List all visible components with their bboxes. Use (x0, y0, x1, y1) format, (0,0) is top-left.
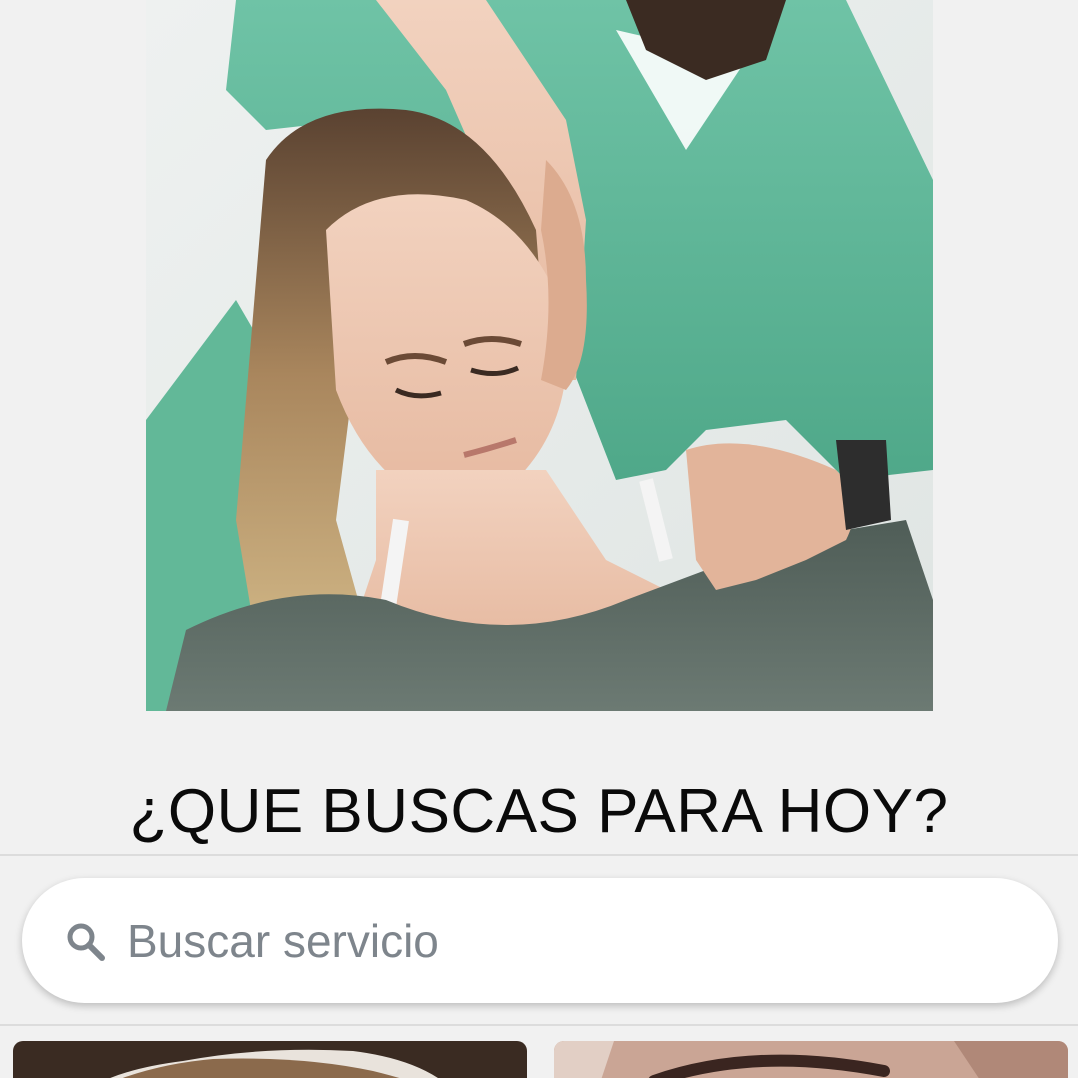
service-card-eyebrows[interactable] (554, 1041, 1068, 1078)
search-input[interactable] (127, 898, 1027, 983)
hero-image (146, 0, 933, 711)
home-screen: ¿QUE BUSCAS PARA HOY? (0, 0, 1078, 1078)
divider (0, 1024, 1078, 1026)
divider (0, 854, 1078, 856)
search-bar[interactable] (22, 878, 1058, 1003)
search-icon (64, 920, 108, 964)
page-title: ¿QUE BUSCAS PARA HOY? (129, 777, 949, 846)
service-card-hair[interactable] (13, 1041, 527, 1078)
